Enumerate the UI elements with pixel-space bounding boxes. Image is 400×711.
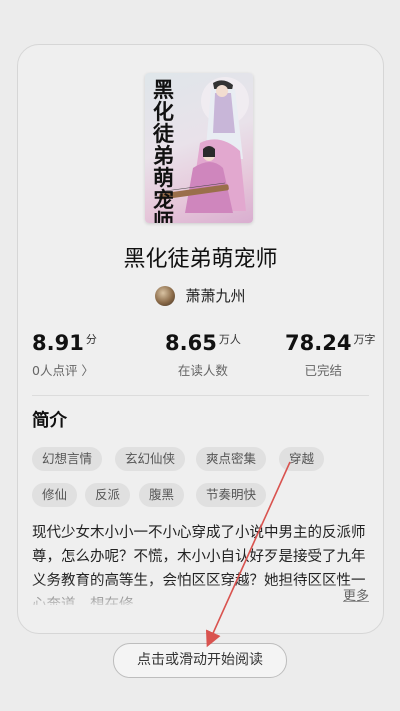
book-title: 黑化徒弟萌宠师: [123, 247, 278, 272]
intro-heading: 简介: [32, 411, 67, 431]
tag-chip[interactable]: 爽点密集: [196, 447, 267, 471]
more-link[interactable]: 更多: [343, 585, 369, 604]
tag-chip[interactable]: 穿越: [279, 447, 325, 471]
wordcount-value: 78.24: [285, 331, 352, 355]
rating-value: 8.91: [32, 331, 84, 355]
readers-stat: 8.65 万人 在读人数: [165, 331, 241, 379]
tag-chip[interactable]: 修仙: [32, 483, 78, 507]
completion-status: 已完结: [304, 363, 342, 378]
readers-value: 8.65: [165, 331, 217, 355]
divider: [32, 395, 369, 396]
tag-chip[interactable]: 反派: [85, 483, 131, 507]
book-cover-image[interactable]: 黑化徒弟萌宠师: [145, 73, 253, 223]
rating-stat[interactable]: 8.91 分 0人点评 〉: [32, 331, 97, 379]
readers-label: 在读人数: [177, 363, 228, 378]
tag-chip[interactable]: 幻想言情: [32, 447, 103, 471]
review-count-link[interactable]: 0人点评 〉: [32, 360, 97, 379]
book-detail-card: 黑化徒弟萌宠师 黑化徒弟萌宠师 萧萧九州 8.91 分 0人点评 〉 8.65 万人…: [17, 44, 384, 634]
tag-chip[interactable]: 腹黑: [139, 483, 185, 507]
author-avatar[interactable]: [155, 285, 176, 306]
tag-chip[interactable]: 玄幻仙侠: [115, 447, 186, 471]
intro-fade: [32, 581, 369, 607]
author-row[interactable]: 萧萧九州: [18, 285, 383, 306]
wordcount-unit: 万字: [353, 333, 376, 346]
rating-unit: 分: [85, 333, 97, 346]
stats-row: 8.91 分 0人点评 〉 8.65 万人 在读人数 78.24 万字 已完结: [18, 331, 383, 381]
readers-unit: 万人: [218, 333, 241, 346]
author-name[interactable]: 萧萧九州: [185, 285, 245, 306]
cover-title-text: 黑化徒弟萌宠师: [153, 77, 174, 224]
wordcount-stat: 78.24 万字 已完结: [285, 331, 375, 379]
start-reading-button[interactable]: 点击或滑动开始阅读: [113, 643, 287, 678]
tag-chip[interactable]: 节奏明快: [196, 483, 267, 507]
